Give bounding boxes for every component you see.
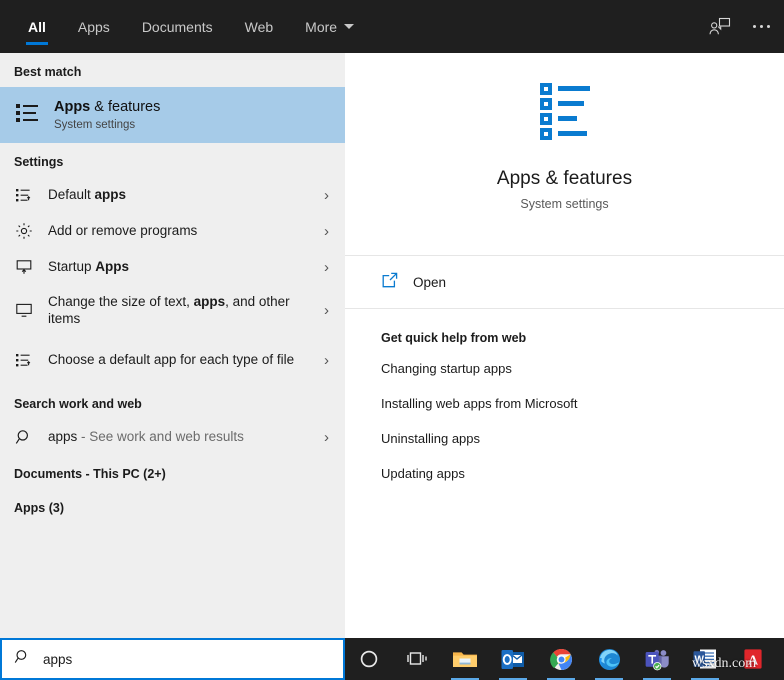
best-match-header: Best match xyxy=(0,53,345,87)
best-match-title-rest: & features xyxy=(90,99,160,115)
chevron-right-icon: › xyxy=(324,260,333,275)
tab-apps-label: Apps xyxy=(78,19,110,35)
open-label: Open xyxy=(413,275,446,290)
web-search-query: apps xyxy=(48,429,77,444)
setting-label: Choose a default app for each type of fi… xyxy=(48,351,294,368)
setting-label: Startup Apps xyxy=(48,258,129,275)
help-link-uninstalling-apps[interactable]: Uninstalling apps xyxy=(381,431,784,446)
help-link-updating-apps[interactable]: Updating apps xyxy=(381,466,784,481)
open-button[interactable]: Open xyxy=(345,256,784,308)
monitor-icon xyxy=(14,301,34,319)
preview-header: Apps & features System settings xyxy=(345,53,784,211)
list-icon xyxy=(534,81,596,146)
file-explorer-icon[interactable] xyxy=(441,638,489,680)
teams-icon[interactable] xyxy=(633,638,681,680)
tab-all[interactable]: All xyxy=(12,0,62,53)
tab-documents-label: Documents xyxy=(142,19,213,35)
chevron-right-icon: › xyxy=(324,353,333,368)
tab-web-label: Web xyxy=(245,19,274,35)
word-icon[interactable]: W xyxy=(681,638,729,680)
setting-label-pre: Add or remove programs xyxy=(48,223,197,238)
tab-documents[interactable]: Documents xyxy=(126,0,229,53)
list-icon xyxy=(14,100,40,131)
tab-web[interactable]: Web xyxy=(229,0,290,53)
best-match-title-bold: Apps xyxy=(54,99,90,115)
tab-apps[interactable]: Apps xyxy=(62,0,126,53)
setting-change-text-size[interactable]: Change the size of text, apps, and other… xyxy=(0,285,345,335)
tab-all-label: All xyxy=(28,19,46,35)
best-match-text: Apps & features System settings xyxy=(54,98,160,133)
chevron-right-icon: › xyxy=(324,224,333,239)
edge-icon[interactable] xyxy=(585,638,633,680)
windows-search-overlay: All Apps Documents Web More xyxy=(0,0,784,680)
setting-label-pre: Default xyxy=(48,187,95,202)
search-header: All Apps Documents Web More xyxy=(0,0,784,53)
search-input[interactable]: apps xyxy=(0,638,345,680)
open-action-block: Open xyxy=(345,256,784,308)
gear-icon xyxy=(14,222,34,240)
taskbar-icons: W A xyxy=(345,638,784,680)
list-arrow-icon xyxy=(14,351,34,369)
tab-more-label: More xyxy=(305,19,337,35)
chevron-right-icon: › xyxy=(324,303,333,318)
setting-label-bold: apps xyxy=(194,294,226,309)
setting-startup-apps[interactable]: Startup Apps › xyxy=(0,249,345,285)
outlook-icon[interactable] xyxy=(489,638,537,680)
header-actions xyxy=(709,0,784,53)
setting-label: Change the size of text, apps, and other… xyxy=(48,293,310,328)
web-search-label: apps - See work and web results xyxy=(48,428,244,445)
setting-add-remove-programs[interactable]: Add or remove programs › xyxy=(0,213,345,249)
search-input-value: apps xyxy=(43,652,72,667)
task-view-icon[interactable] xyxy=(393,638,441,680)
quick-help-block: Get quick help from web Changing startup… xyxy=(345,309,784,481)
best-match-subtitle: System settings xyxy=(54,118,160,132)
setting-label-bold: Apps xyxy=(95,259,129,274)
acrobat-icon[interactable]: A xyxy=(729,638,777,680)
chevron-right-icon: › xyxy=(324,188,333,203)
web-search-result[interactable]: apps - See work and web results › xyxy=(0,419,345,455)
documents-header: Documents - This PC (2+) xyxy=(0,455,345,489)
svg-text:W: W xyxy=(694,655,704,666)
setting-default-apps[interactable]: Default apps › xyxy=(0,177,345,213)
setting-label: Add or remove programs xyxy=(48,222,197,239)
results-pane: Best match Apps & features System settin… xyxy=(0,53,345,638)
ellipsis-icon[interactable] xyxy=(753,25,770,28)
search-icon xyxy=(14,428,34,446)
chevron-right-icon: › xyxy=(324,430,333,445)
list-arrow-icon xyxy=(14,186,34,204)
preview-title: Apps & features xyxy=(497,168,632,190)
settings-header: Settings xyxy=(0,143,345,177)
setting-label-bold: apps xyxy=(95,187,127,202)
best-match-result[interactable]: Apps & features System settings xyxy=(0,87,345,143)
apps-count-header: Apps (3) xyxy=(0,489,345,523)
svg-text:A: A xyxy=(748,653,759,668)
search-tabs: All Apps Documents Web More xyxy=(0,0,370,53)
open-external-icon xyxy=(381,271,399,294)
best-match-title: Apps & features xyxy=(54,98,160,116)
search-body: Best match Apps & features System settin… xyxy=(0,53,784,638)
help-link-installing-web-apps[interactable]: Installing web apps from Microsoft xyxy=(381,396,784,411)
setting-label-pre: Change the size of text, xyxy=(48,294,194,309)
chrome-icon[interactable] xyxy=(537,638,585,680)
setting-label-pre: Choose a default app for each type of fi… xyxy=(48,352,294,367)
setting-choose-default-app[interactable]: Choose a default app for each type of fi… xyxy=(0,335,345,385)
setting-label-pre: Startup xyxy=(48,259,95,274)
monitor-up-icon xyxy=(14,258,34,276)
chevron-down-icon xyxy=(344,24,354,29)
setting-label: Default apps xyxy=(48,186,126,203)
web-search-header: Search work and web xyxy=(0,385,345,419)
quick-help-title: Get quick help from web xyxy=(381,331,784,345)
cortana-icon[interactable] xyxy=(345,638,393,680)
person-feedback-icon[interactable] xyxy=(709,17,731,37)
preview-pane: Apps & features System settings Open xyxy=(345,53,784,638)
preview-subtitle: System settings xyxy=(520,197,608,211)
tab-more[interactable]: More xyxy=(289,0,370,53)
search-icon xyxy=(14,648,31,670)
web-search-suffix: - See work and web results xyxy=(77,429,244,444)
help-link-changing-startup-apps[interactable]: Changing startup apps xyxy=(381,361,784,376)
